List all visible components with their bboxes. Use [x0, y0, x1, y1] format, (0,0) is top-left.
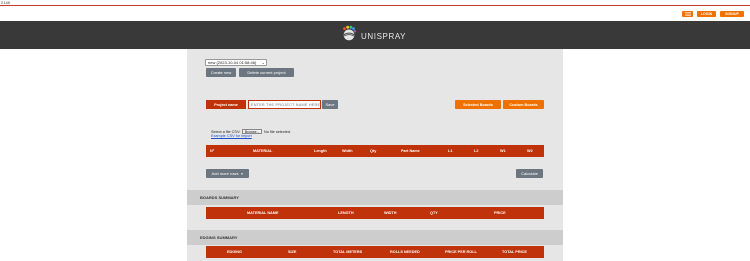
col-number: N° [210, 149, 215, 153]
create-new-button[interactable]: Create new [206, 68, 236, 77]
col-width: Width [342, 149, 353, 153]
add-more-rows-button[interactable]: Add more rows ▼ [206, 169, 249, 178]
edging-summary-header: EDGING SIZE TOTAL METERS ROLLS NEEDED PR… [206, 246, 544, 258]
boards-summary-header: MATERIAL NAME LENGTH WIDTH QTY PRICE [206, 207, 544, 219]
menu-icon [684, 11, 691, 17]
csv-label: Select a file CSV: [211, 129, 241, 134]
col-total-price: TOTAL PRICE [502, 250, 527, 254]
example-csv-link[interactable]: Example CSV for import [211, 134, 252, 138]
app-header: UNISPRAY [0, 21, 750, 49]
col-l1: L1 [448, 149, 453, 153]
file-status: No file selected. [264, 129, 292, 134]
top-strip: 2148 [0, 0, 750, 8]
project-name-input[interactable] [248, 100, 321, 109]
project-select-value: new (2023-10-04 01:58:46) [208, 60, 257, 65]
menu-button[interactable] [682, 11, 693, 17]
col-material: MATERIAL [253, 149, 273, 153]
calculate-button[interactable]: Calculate [516, 169, 543, 178]
col-board-length: LENGTH [338, 211, 354, 215]
project-select[interactable]: new (2023-10-04 01:58:46) ⌄ [205, 59, 267, 66]
col-qty: Qty [370, 149, 377, 153]
custom-boards-button[interactable]: Custom Boards [503, 100, 544, 109]
col-material-name: MATERIAL NAME [247, 211, 279, 215]
edging-summary-title: EDGING SUMMARY [187, 230, 563, 245]
col-length: Length [314, 149, 327, 153]
col-price-per-roll: PRICE PER ROLL [445, 250, 477, 254]
col-total-meters: TOTAL METERS [333, 250, 363, 254]
col-edging: EDGING [227, 250, 242, 254]
selected-boards-button[interactable]: Selected Boards [455, 100, 501, 109]
col-board-price: PRICE [494, 211, 506, 215]
main-panel: new (2023-10-04 01:58:46) ⌄ Create new D… [187, 49, 563, 261]
chevron-down-icon: ⌄ [261, 60, 265, 65]
logo-globe-icon [340, 25, 358, 48]
col-l2: L2 [474, 149, 479, 153]
boards-summary-title: BOARDS SUMMARY [187, 190, 563, 205]
col-part-name: Part Name [401, 149, 420, 153]
col-board-width: WIDTH [384, 211, 397, 215]
col-rolls-needed: ROLLS NEEDED [390, 250, 420, 254]
logo[interactable]: UNISPRAY [340, 25, 406, 48]
signup-button[interactable]: SIGNUP [720, 11, 744, 17]
save-button[interactable]: Save [322, 100, 338, 109]
col-board-qty: QTY [430, 211, 438, 215]
top-divider [0, 5, 750, 6]
items-table-header: N° MATERIAL Length Width Qty Part Name L… [206, 145, 544, 157]
caret-down-icon: ▼ [240, 171, 244, 176]
topbar-buttons: LOGIN SIGNUP [682, 11, 744, 17]
logo-text: UNISPRAY [361, 32, 407, 41]
login-button[interactable]: LOGIN [697, 11, 716, 17]
add-rows-label: Add more rows [211, 171, 239, 176]
delete-project-button[interactable]: Delete current project [239, 68, 294, 77]
col-w2: W2 [527, 149, 533, 153]
project-name-label: Project name [206, 100, 246, 109]
col-size: SIZE [288, 250, 297, 254]
col-w1: W1 [500, 149, 506, 153]
